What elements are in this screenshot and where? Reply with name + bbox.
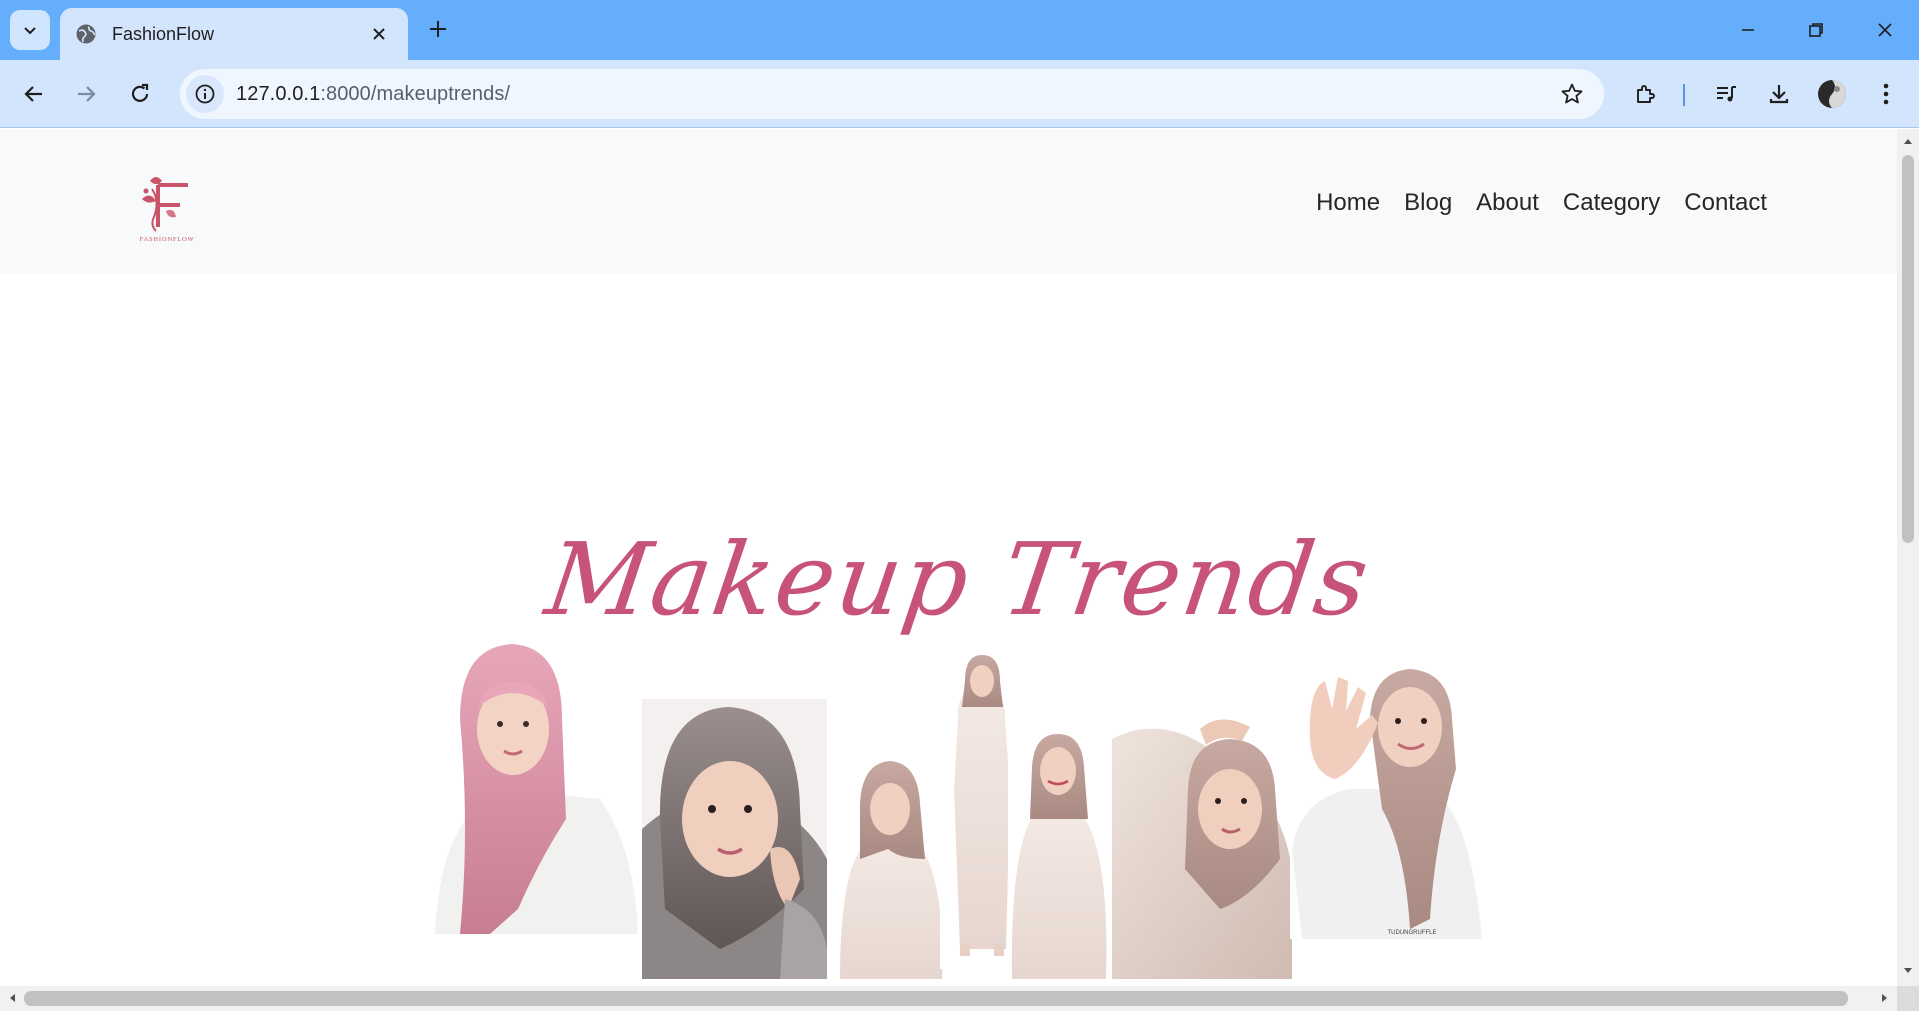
extensions-icon <box>1637 85 1655 103</box>
extensions-button[interactable] <box>1626 74 1666 114</box>
site-info-button[interactable] <box>186 75 224 113</box>
restore-icon <box>1809 23 1823 37</box>
model-photo-5 <box>1008 734 1108 979</box>
window-close-icon <box>1878 23 1892 37</box>
bookmark-button[interactable] <box>1552 74 1592 114</box>
kebab-menu-icon <box>1883 83 1889 105</box>
profile-button[interactable] <box>1812 74 1852 114</box>
model-photo-6 <box>1110 714 1295 979</box>
nav-contact[interactable]: Contact <box>1684 189 1767 217</box>
back-button[interactable] <box>14 74 54 114</box>
download-icon <box>1769 85 1789 104</box>
scrollbar-corner <box>1897 986 1919 1011</box>
scroll-right-arrow-icon[interactable] <box>1879 992 1891 1004</box>
url-text[interactable]: 127.0.0.1:8000/makeuptrends/ <box>236 83 1552 106</box>
site-info-icon <box>195 84 215 104</box>
minimize-icon <box>1742 29 1754 31</box>
plus-icon <box>430 21 446 37</box>
main-nav: Home Blog About Category Contact <box>1316 189 1767 217</box>
page-viewport: FASHIONFLOW Home Blog About Category Con… <box>0 129 1897 986</box>
logo-wordmark: FASHIONFLOW <box>140 236 195 243</box>
toolbar-separator <box>1683 84 1685 106</box>
address-bar[interactable]: 127.0.0.1:8000/makeuptrends/ <box>180 69 1604 119</box>
hero-banner-image: Makeup Trends TUDUNGRUFFLE <box>425 521 1485 979</box>
nav-blog[interactable]: Blog <box>1404 189 1452 217</box>
tab-search-button[interactable] <box>10 10 50 50</box>
nav-home[interactable]: Home <box>1316 189 1380 217</box>
downloads-button[interactable] <box>1759 74 1799 114</box>
vertical-scroll-thumb[interactable] <box>1902 155 1914 543</box>
media-controls-icon <box>1717 86 1736 102</box>
model-photo-3 <box>830 759 945 979</box>
window-close-button[interactable] <box>1862 10 1908 50</box>
active-tab[interactable]: FashionFlow <box>60 8 408 60</box>
reload-icon <box>131 83 149 102</box>
model-photo-7: TUDUNGRUFFLE <box>1290 661 1485 939</box>
horizontal-scroll-thumb[interactable] <box>24 991 1848 1006</box>
url-host: 127.0.0.1 <box>236 82 321 105</box>
restore-button[interactable] <box>1793 10 1839 50</box>
model-photo-2 <box>642 699 827 979</box>
scroll-left-arrow-icon[interactable] <box>6 992 18 1004</box>
close-icon[interactable] <box>366 21 392 47</box>
tab-strip: FashionFlow <box>0 0 1919 60</box>
browser-toolbar: 127.0.0.1:8000/makeuptrends/ <box>0 60 1919 128</box>
scroll-down-arrow-icon[interactable] <box>1902 965 1914 977</box>
nav-about[interactable]: About <box>1476 189 1539 217</box>
horizontal-scrollbar[interactable] <box>0 986 1897 1011</box>
site-header: FASHIONFLOW Home Blog About Category Con… <box>0 129 1897 274</box>
image-watermark: TUDUNGRUFFLE <box>1388 930 1437 936</box>
vertical-scrollbar[interactable] <box>1897 129 1919 986</box>
new-tab-button[interactable] <box>423 14 453 44</box>
site-logo[interactable]: FASHIONFLOW <box>130 171 204 243</box>
bookmark-star-icon <box>1561 83 1583 104</box>
media-controls-button[interactable] <box>1706 74 1746 114</box>
tab-title: FashionFlow <box>112 23 215 44</box>
profile-avatar-icon <box>1818 80 1846 108</box>
nav-category[interactable]: Category <box>1563 189 1660 217</box>
hero-title: Makeup Trends <box>537 521 1377 637</box>
back-arrow-icon <box>24 86 42 102</box>
forward-arrow-icon <box>78 86 96 102</box>
minimize-button[interactable] <box>1725 10 1771 50</box>
browser-menu-button[interactable] <box>1866 74 1906 114</box>
globe-icon <box>74 22 98 46</box>
scroll-up-arrow-icon[interactable] <box>1902 135 1914 147</box>
forward-button[interactable] <box>66 74 106 114</box>
reload-button[interactable] <box>120 74 160 114</box>
model-photo-1 <box>425 644 640 934</box>
chevron-down-icon <box>24 27 36 35</box>
url-path: :8000/makeuptrends/ <box>320 82 511 105</box>
